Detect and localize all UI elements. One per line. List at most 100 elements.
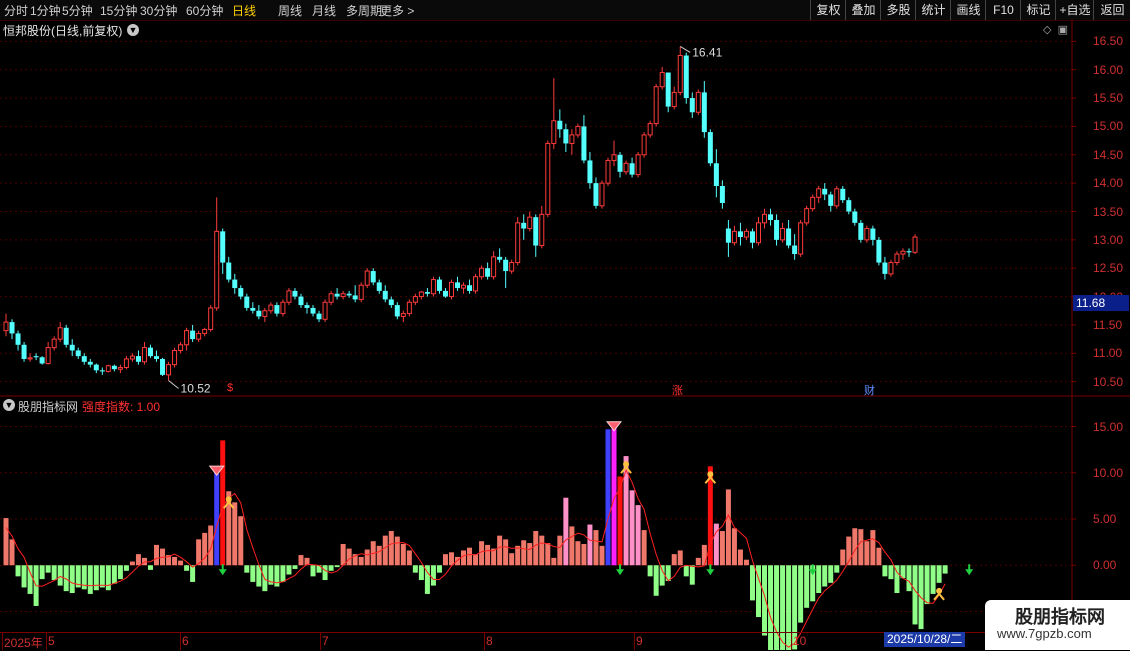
indicator-bar (69, 565, 75, 593)
candle-body (780, 228, 786, 241)
period-4[interactable]: 30分钟 (140, 2, 177, 19)
figure-icon-body (222, 500, 235, 509)
indicator-bar (894, 565, 900, 593)
indicator-bar (689, 565, 695, 585)
price-tick-label: 11.50 (1093, 317, 1123, 332)
candle-body (762, 213, 768, 224)
window-controls[interactable]: ◇ ▣ (1043, 23, 1068, 36)
diamond-icon[interactable]: ◇ (1043, 24, 1051, 36)
indicator-bar (677, 550, 683, 566)
candle-body (840, 188, 846, 201)
price-tick-label: 14.50 (1093, 147, 1124, 162)
indicator-bar (21, 565, 27, 588)
toolbar-btn-2[interactable]: 多股 (880, 0, 916, 20)
toolbar-btn-4[interactable]: 画线 (950, 0, 986, 20)
indicator-bar (340, 543, 346, 566)
toolbar-btn-8[interactable]: 返回 (1093, 0, 1130, 20)
indicator-bar (346, 548, 352, 566)
toolbar-btn-1[interactable]: 叠加 (845, 0, 881, 20)
candle-body (611, 154, 617, 161)
diamond-icon (605, 421, 623, 432)
indicator-bar (822, 565, 828, 587)
candle-body (412, 296, 418, 303)
period-0[interactable]: 分时 (4, 2, 28, 19)
candle-body (551, 120, 557, 144)
candle-body (316, 313, 322, 320)
toolbar-btn-3[interactable]: 统计 (915, 0, 951, 20)
candle-body (3, 321, 9, 332)
figure-icon (623, 461, 630, 468)
indicator-bar (924, 565, 930, 605)
date-tick (320, 633, 321, 650)
period-10[interactable]: 更多 > (380, 2, 414, 19)
indicator-bar (569, 526, 575, 566)
candle-body (99, 370, 105, 372)
price-tick-label: 13.00 (1093, 232, 1124, 247)
toolbar-btn-0[interactable]: 复权 (810, 0, 846, 20)
candle-body (774, 220, 780, 240)
candle-body (111, 365, 117, 370)
indicator-tick-label: 5.00 (1093, 512, 1117, 526)
candle-body (804, 208, 810, 224)
period-7[interactable]: 周线 (278, 2, 302, 19)
period-5[interactable]: 60分钟 (186, 2, 223, 19)
indicator-bar (743, 559, 749, 566)
indicator-bar (160, 548, 166, 566)
period-8[interactable]: 月线 (312, 2, 336, 19)
candle-body (659, 72, 665, 88)
toolbar-btn-7[interactable]: +自选 (1055, 0, 1094, 20)
indicator-strength-label: 强度指数: 1.00 (82, 400, 161, 414)
indicator-bar (202, 532, 208, 566)
finance-marker[interactable]: 财 (864, 382, 875, 398)
toolbar-btn-6[interactable]: 标记 (1020, 0, 1056, 20)
candle-body (376, 282, 382, 291)
candle-body (623, 162, 629, 173)
period-2[interactable]: 5分钟 (62, 2, 93, 19)
candle-body (864, 228, 870, 241)
limit-up-marker[interactable]: 涨 (672, 382, 683, 398)
candle-body (485, 268, 491, 277)
candle-body (527, 216, 533, 230)
candle-body (358, 284, 364, 300)
maximize-icon[interactable]: ▣ (1058, 24, 1068, 36)
candle-body (557, 120, 563, 130)
special-marker[interactable]: $ (227, 382, 233, 394)
candle-body (467, 285, 473, 291)
chevron-down-icon[interactable]: ▼ (3, 399, 15, 411)
indicator-bar (479, 541, 485, 566)
candle-body (798, 222, 804, 255)
date-tick (46, 633, 47, 650)
indicator-bar (629, 490, 635, 566)
candle-body (828, 194, 834, 206)
candle-body (322, 301, 328, 320)
indicator-name[interactable]: 股朋指标网 (18, 398, 78, 415)
candle-body (262, 310, 268, 317)
candle-body (280, 301, 286, 315)
candle-body (135, 356, 141, 362)
price-tick-label: 13.50 (1093, 204, 1124, 219)
indicator-bar (828, 565, 834, 583)
period-1[interactable]: 1分钟 (30, 2, 61, 19)
candle-body (184, 330, 190, 346)
candle-body (876, 239, 882, 263)
candle-body (352, 295, 358, 300)
indicator-bar (262, 565, 268, 592)
candle-body (689, 98, 695, 113)
candle-body (51, 338, 57, 349)
toolbar-btn-5[interactable]: F10 (985, 0, 1021, 20)
low-price-label: 10.52 (181, 382, 211, 396)
price-tick-label: 16.00 (1093, 62, 1124, 77)
indicator-bar (912, 565, 918, 625)
candle-body (190, 330, 196, 340)
chevron-down-icon[interactable]: ▼ (127, 24, 139, 36)
indicator-bar (418, 565, 424, 581)
period-9[interactable]: 多周期 (346, 2, 382, 19)
candle-body (473, 276, 479, 292)
kline-chart[interactable]: 16.41 10.52 (0, 0, 1130, 650)
indicator-bar (888, 565, 894, 580)
period-3[interactable]: 15分钟 (100, 2, 137, 19)
watermark-url: www.7gpzb.com (997, 626, 1092, 641)
indicator-bar (141, 557, 147, 566)
period-6[interactable]: 日线 (232, 2, 256, 19)
indicator-bar (75, 565, 81, 588)
